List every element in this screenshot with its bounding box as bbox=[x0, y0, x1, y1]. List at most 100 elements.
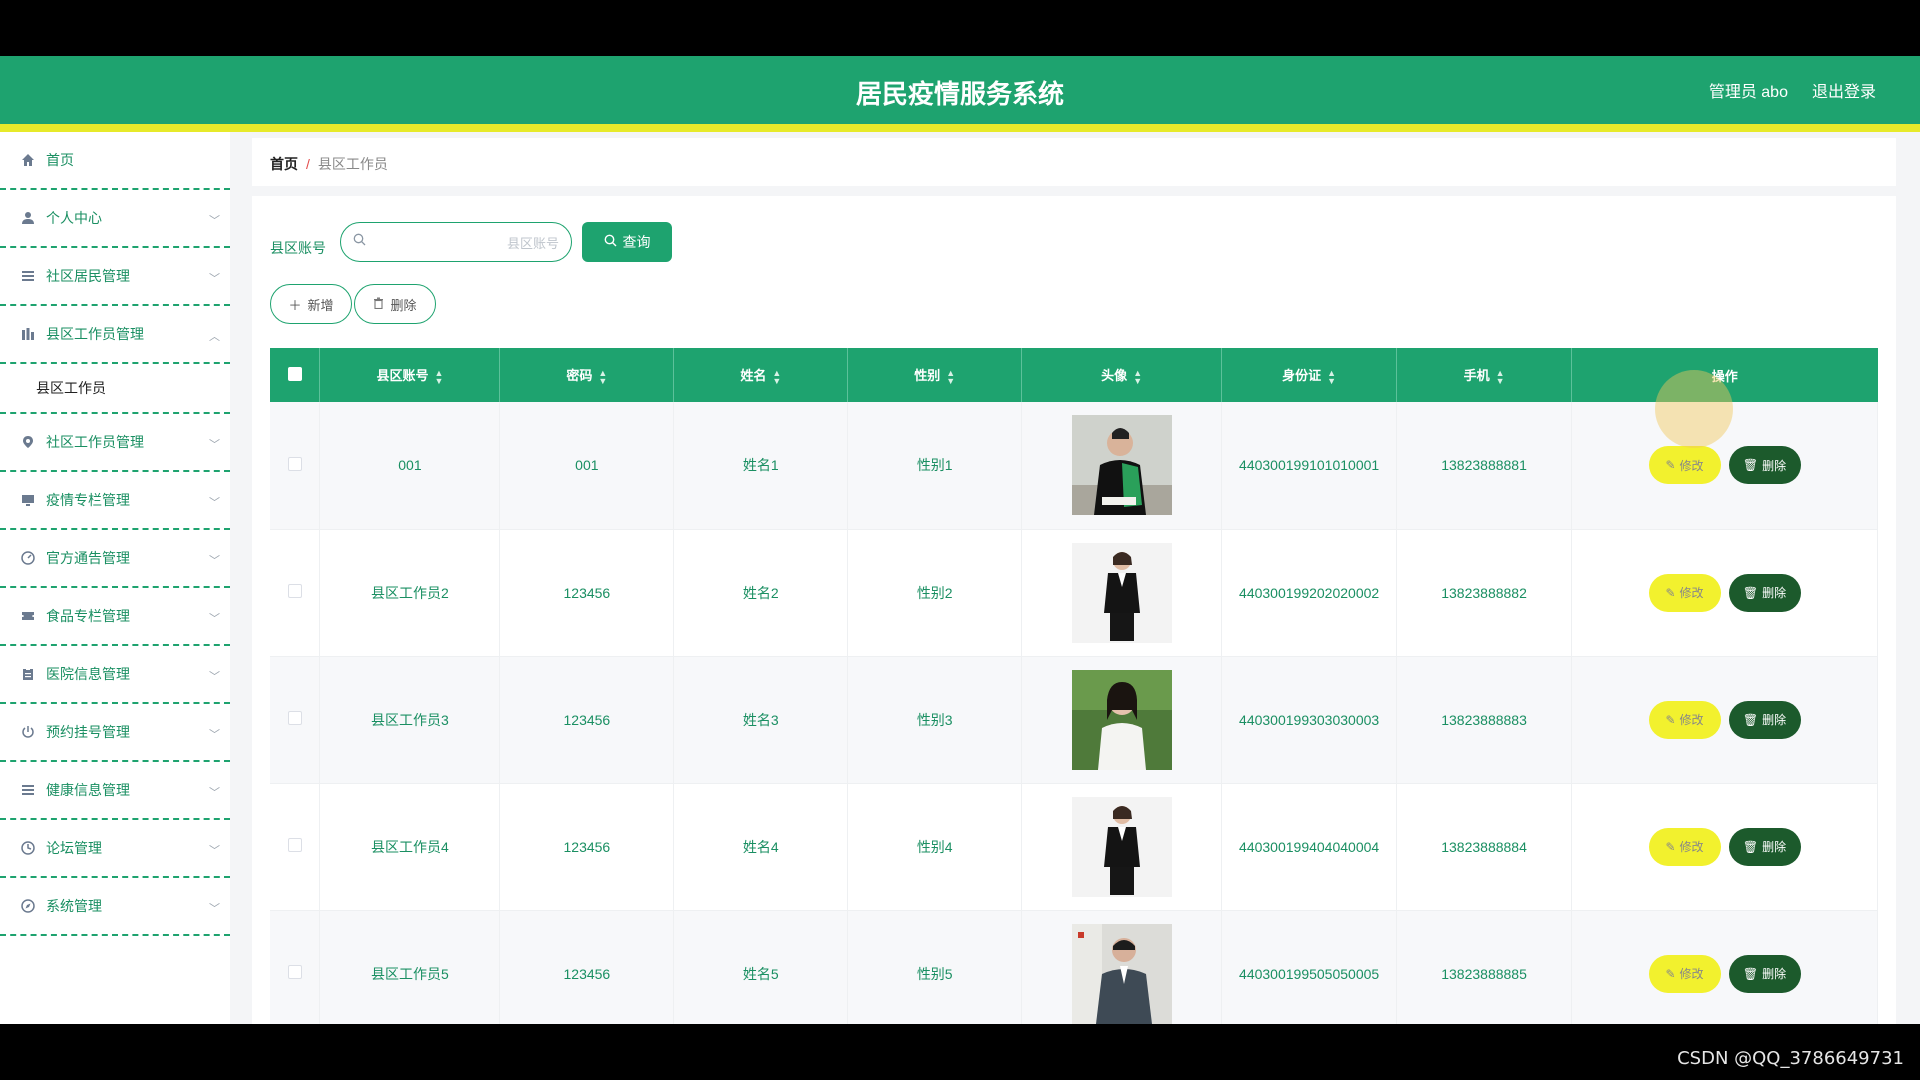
cell-gender: 性别3 bbox=[847, 656, 1023, 784]
delete-button[interactable]: 🗑 删除 bbox=[1728, 573, 1801, 612]
sidebar-subitem-county-worker[interactable]: 县区工作员 bbox=[0, 364, 230, 414]
sort-icon[interactable]: ▲ ▼ bbox=[772, 368, 781, 385]
cell-actions: ✎ 修改 🗑 删除 bbox=[1571, 402, 1878, 530]
chevron-down-icon: ﹀ bbox=[209, 903, 220, 915]
edit-button[interactable]: ✎ 修改 bbox=[1648, 446, 1721, 485]
sidebar-item-resident-management[interactable]: 社区居民管理 ﹀ bbox=[0, 248, 230, 306]
edit-button[interactable]: ✎ 修改 bbox=[1648, 954, 1721, 993]
edit-button-label: 修改 bbox=[1679, 840, 1704, 854]
avatar[interactable] bbox=[1071, 796, 1172, 897]
avatar[interactable] bbox=[1071, 542, 1172, 643]
sidebar-item-system-management[interactable]: 系统管理 ﹀ bbox=[0, 878, 230, 936]
pencil-icon: ✎ bbox=[1665, 585, 1676, 600]
logout-link[interactable]: 退出登录 bbox=[1812, 78, 1876, 102]
row-select-cell[interactable] bbox=[270, 402, 321, 530]
column-header-id-card[interactable]: 身份证 ▲ ▼ bbox=[1221, 348, 1398, 402]
sidebar-item-forum-management[interactable]: 论坛管理 ﹀ bbox=[0, 820, 230, 878]
sidebar-item-label: 疫情专栏管理 bbox=[46, 492, 130, 508]
sidebar-item-label: 系统管理 bbox=[46, 898, 102, 914]
add-button[interactable]: ＋ 新增 bbox=[270, 284, 352, 324]
column-header-avatar[interactable]: 头像 ▲ ▼ bbox=[1021, 348, 1223, 402]
sidebar-item-county-worker-management[interactable]: 县区工作员管理 ︿ bbox=[0, 306, 230, 364]
sidebar-item-official-notice-management[interactable]: 官方通告管理 ﹀ bbox=[0, 530, 230, 588]
edit-button-label: 修改 bbox=[1679, 713, 1704, 727]
sidebar: 首页 个人中心 ﹀ 社区居民管理 ﹀ 县区工作员管理 ︿ 县区工作员 社区工作员… bbox=[0, 132, 230, 1024]
avatar[interactable] bbox=[1071, 669, 1172, 770]
breadcrumb-home[interactable]: 首页 bbox=[270, 156, 298, 172]
sidebar-item-label: 论坛管理 bbox=[46, 840, 102, 856]
search-input[interactable] bbox=[373, 231, 559, 255]
sidebar-item-home[interactable]: 首页 bbox=[0, 132, 230, 190]
delete-button-label: 删除 bbox=[1762, 458, 1787, 473]
row-select-cell[interactable] bbox=[270, 656, 321, 784]
column-header-account[interactable]: 县区账号 ▲ ▼ bbox=[319, 348, 501, 402]
column-header-phone[interactable]: 手机 ▲ ▼ bbox=[1396, 348, 1573, 402]
row-select-cell[interactable] bbox=[270, 910, 321, 1024]
sidebar-item-personal-center[interactable]: 个人中心 ﹀ bbox=[0, 190, 230, 248]
delete-button[interactable]: 🗑 删除 bbox=[1728, 827, 1801, 866]
row-checkbox[interactable] bbox=[287, 965, 302, 979]
column-header-password[interactable]: 密码 ▲ ▼ bbox=[499, 348, 675, 402]
sidebar-item-epidemic-column-management[interactable]: 疫情专栏管理 ﹀ bbox=[0, 472, 230, 530]
pencil-icon: ✎ bbox=[1665, 458, 1676, 473]
delete-button-label: 删除 bbox=[1762, 840, 1787, 854]
app-window: 居民疫情服务系统 管理员 abo 退出登录 首页 个人中心 ﹀ 社区居民管理 ﹀ bbox=[0, 56, 1920, 1024]
sidebar-item-appointment-management[interactable]: 预约挂号管理 ﹀ bbox=[0, 704, 230, 762]
row-select-cell[interactable] bbox=[270, 529, 321, 657]
sort-icon[interactable]: ▲ ▼ bbox=[1133, 368, 1142, 385]
plus-icon: ＋ bbox=[288, 297, 302, 313]
delete-button[interactable]: 🗑 删除 bbox=[1728, 700, 1801, 739]
sort-icon[interactable]: ▲ ▼ bbox=[1496, 368, 1505, 385]
sidebar-item-label: 社区居民管理 bbox=[46, 268, 130, 284]
edit-button[interactable]: ✎ 修改 bbox=[1648, 573, 1721, 612]
table-header-row: 县区账号 ▲ ▼ 密码 ▲ ▼ 姓名 ▲ ▼ 性别 ▲ ▼ 头像 ▲ ▼ 身份证 ▲ ▼ 手机 ▲ ▼ 操作 bbox=[270, 348, 1878, 402]
search-icon bbox=[353, 233, 366, 249]
chevron-down-icon: ﹀ bbox=[209, 729, 220, 741]
column-header-gender[interactable]: 性别 ▲ ▼ bbox=[847, 348, 1023, 402]
main-area: 首页 / 县区工作员 县区账号 查询 ＋ 新增 bbox=[252, 132, 1896, 1024]
sort-icon[interactable]: ▲ ▼ bbox=[1327, 368, 1336, 385]
delete-button[interactable]: 🗑 删除 bbox=[1728, 954, 1801, 993]
sidebar-subitem-label: 县区工作员 bbox=[36, 380, 106, 396]
gauge-icon bbox=[20, 550, 36, 566]
avatar[interactable] bbox=[1071, 415, 1172, 516]
cell-phone: 13823888882 bbox=[1396, 529, 1573, 657]
video-letterbox-top bbox=[0, 0, 1920, 56]
chevron-down-icon: ﹀ bbox=[209, 497, 220, 509]
cell-id-card: 440300199303030003 bbox=[1221, 656, 1398, 784]
admin-user-label[interactable]: 管理员 abo bbox=[1709, 78, 1788, 102]
search-label: 县区账号 bbox=[270, 240, 326, 256]
cell-id-card: 440300199505050005 bbox=[1221, 910, 1398, 1024]
edit-button[interactable]: ✎ 修改 bbox=[1648, 827, 1721, 866]
sidebar-item-hospital-info-management[interactable]: 医院信息管理 ﹀ bbox=[0, 646, 230, 704]
query-button[interactable]: 查询 bbox=[582, 222, 672, 262]
column-header-name[interactable]: 姓名 ▲ ▼ bbox=[673, 348, 849, 402]
cell-actions: ✎ 修改 🗑 删除 bbox=[1571, 910, 1878, 1024]
sidebar-item-health-info-management[interactable]: 健康信息管理 ﹀ bbox=[0, 762, 230, 820]
sidebar-item-food-column-management[interactable]: 食品专栏管理 ﹀ bbox=[0, 588, 230, 646]
cell-password: 123456 bbox=[499, 529, 675, 657]
trash-icon: 🗑 bbox=[1742, 712, 1759, 727]
chevron-down-icon: ﹀ bbox=[209, 787, 220, 799]
delete-button[interactable]: 🗑 删除 bbox=[1728, 446, 1801, 485]
sidebar-item-label: 县区工作员管理 bbox=[46, 326, 144, 342]
row-checkbox[interactable] bbox=[287, 456, 302, 471]
sort-icon[interactable]: ▲ ▼ bbox=[434, 368, 443, 385]
row-select-cell[interactable] bbox=[270, 783, 321, 911]
avatar[interactable] bbox=[1071, 923, 1172, 1024]
select-all-cell[interactable] bbox=[270, 348, 321, 402]
content-panel: 县区账号 查询 ＋ 新增 删除 bbox=[252, 196, 1896, 1024]
row-checkbox[interactable] bbox=[287, 711, 302, 725]
cell-id-card: 440300199202020002 bbox=[1221, 529, 1398, 657]
edit-button[interactable]: ✎ 修改 bbox=[1648, 700, 1721, 739]
cell-avatar bbox=[1021, 529, 1223, 657]
batch-delete-button[interactable]: 删除 bbox=[354, 284, 436, 324]
sort-icon[interactable]: ▲ ▼ bbox=[946, 368, 955, 385]
row-checkbox[interactable] bbox=[287, 838, 302, 852]
select-all-checkbox[interactable] bbox=[287, 366, 302, 381]
sort-icon[interactable]: ▲ ▼ bbox=[598, 368, 607, 385]
row-checkbox[interactable] bbox=[287, 584, 302, 598]
sidebar-item-community-worker-management[interactable]: 社区工作员管理 ﹀ bbox=[0, 414, 230, 472]
list-icon bbox=[20, 782, 36, 798]
search-field[interactable] bbox=[340, 222, 572, 262]
